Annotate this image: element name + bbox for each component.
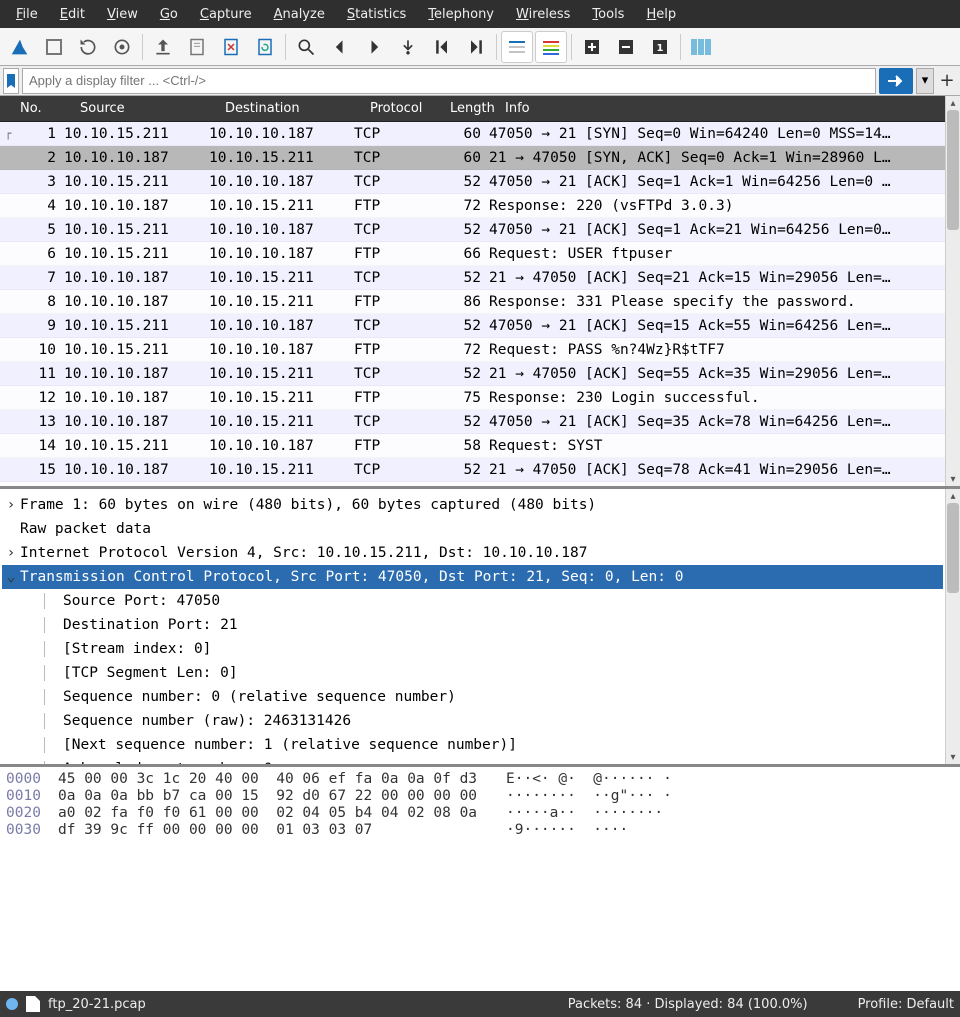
menu-edit[interactable]: Edit [50, 5, 95, 24]
detail-line[interactable]: Sequence number (raw): 2463131426 [2, 709, 943, 733]
detail-line[interactable]: Sequence number: 0 (relative sequence nu… [2, 685, 943, 709]
go-first-icon[interactable] [426, 31, 458, 63]
packet-list-pane: No. Source Destination Protocol Length I… [0, 96, 960, 489]
column-info[interactable]: Info [501, 101, 945, 116]
column-destination[interactable]: Destination [221, 101, 366, 116]
detail-line[interactable]: Destination Port: 21 [2, 613, 943, 637]
capture-options-icon[interactable] [106, 31, 138, 63]
menu-capture[interactable]: Capture [190, 5, 262, 24]
packet-row[interactable]: 510.10.15.21110.10.10.187TCP5247050 → 21… [0, 218, 945, 242]
go-to-packet-icon[interactable] [392, 31, 424, 63]
status-bar: ftp_20-21.pcap Packets: 84 · Displayed: … [0, 991, 960, 1017]
display-filter-input[interactable] [22, 68, 876, 94]
detail-line[interactable]: [Next sequence number: 1 (relative seque… [2, 733, 943, 757]
details-scrollbar[interactable]: ▴ ▾ [945, 489, 960, 764]
packet-row[interactable]: 910.10.15.21110.10.10.187TCP5247050 → 21… [0, 314, 945, 338]
svg-text:1: 1 [657, 43, 664, 54]
detail-line[interactable]: [TCP Segment Len: 0] [2, 661, 943, 685]
stop-capture-icon[interactable] [38, 31, 70, 63]
detail-line[interactable]: Source Port: 47050 [2, 589, 943, 613]
go-back-icon[interactable] [324, 31, 356, 63]
menu-go[interactable]: Go [150, 5, 188, 24]
zoom-out-icon[interactable] [610, 31, 642, 63]
go-last-icon[interactable] [460, 31, 492, 63]
packet-row[interactable]: 1210.10.10.18710.10.15.211FTP75Response:… [0, 386, 945, 410]
colorize-toggle[interactable] [535, 31, 567, 63]
bytes-line[interactable]: 0030df 39 9c ff 00 00 00 00 01 03 03 07·… [6, 822, 954, 839]
zoom-reset-icon[interactable]: 1 [644, 31, 676, 63]
detail-line[interactable]: Acknowledgment number: 0 [2, 757, 943, 764]
packet-row[interactable]: 310.10.15.21110.10.10.187TCP5247050 → 21… [0, 170, 945, 194]
shark-fin-icon[interactable] [4, 31, 36, 63]
zoom-in-icon[interactable] [576, 31, 608, 63]
packet-row[interactable]: 410.10.10.18710.10.15.211FTP72Response: … [0, 194, 945, 218]
resize-columns-icon[interactable] [685, 31, 717, 63]
auto-scroll-toggle[interactable] [501, 31, 533, 63]
bytes-line[interactable]: 00100a 0a 0a bb b7 ca 00 15 92 d0 67 22 … [6, 788, 954, 805]
go-forward-icon[interactable] [358, 31, 390, 63]
detail-line[interactable]: ›Frame 1: 60 bytes on wire (480 bits), 6… [2, 493, 943, 517]
status-file: ftp_20-21.pcap [48, 997, 146, 1012]
packet-row[interactable]: 1010.10.15.21110.10.10.187FTP72Request: … [0, 338, 945, 362]
main-toolbar: 1 [0, 28, 960, 66]
filter-history-dropdown[interactable]: ▾ [916, 68, 934, 94]
packet-list-scrollbar[interactable]: ▴ ▾ [945, 96, 960, 486]
packet-row[interactable]: 1410.10.15.21110.10.10.187FTP58Request: … [0, 434, 945, 458]
close-file-icon[interactable] [215, 31, 247, 63]
save-file-icon[interactable] [181, 31, 213, 63]
packet-bytes-pane: 000045 00 00 3c 1c 20 40 00 40 06 ef fa … [0, 767, 960, 991]
reload-file-icon[interactable] [249, 31, 281, 63]
menu-file[interactable]: File [6, 5, 48, 24]
add-filter-button[interactable]: + [937, 71, 957, 91]
column-source[interactable]: Source [76, 101, 221, 116]
packet-list-header[interactable]: No. Source Destination Protocol Length I… [0, 96, 945, 122]
packet-row[interactable]: 1310.10.10.18710.10.15.211TCP5247050 → 2… [0, 410, 945, 434]
menu-telephony[interactable]: Telephony [418, 5, 504, 24]
packet-details-pane: ›Frame 1: 60 bytes on wire (480 bits), 6… [0, 489, 960, 767]
packet-row[interactable]: 210.10.10.18710.10.15.211TCP6021 → 47050… [0, 146, 945, 170]
capture-file-icon[interactable] [26, 996, 40, 1012]
menu-help[interactable]: Help [636, 5, 686, 24]
find-packet-icon[interactable] [290, 31, 322, 63]
filter-bar: ▾ + [0, 66, 960, 96]
expert-info-icon[interactable] [6, 998, 18, 1010]
menu-analyze[interactable]: Analyze [264, 5, 335, 24]
packet-row[interactable]: 1110.10.10.18710.10.15.211TCP5221 → 4705… [0, 362, 945, 386]
detail-line[interactable]: Raw packet data [2, 517, 943, 541]
restart-capture-icon[interactable] [72, 31, 104, 63]
packet-row[interactable]: 1510.10.10.18710.10.15.211TCP5221 → 4705… [0, 458, 945, 482]
bytes-line[interactable]: 0020a0 02 fa f0 f0 61 00 00 02 04 05 b4 … [6, 805, 954, 822]
detail-line[interactable]: ⌄Transmission Control Protocol, Src Port… [2, 565, 943, 589]
menu-wireless[interactable]: Wireless [506, 5, 580, 24]
packet-row[interactable]: 610.10.15.21110.10.10.187FTP66Request: U… [0, 242, 945, 266]
open-file-icon[interactable] [147, 31, 179, 63]
menu-view[interactable]: View [97, 5, 148, 24]
packet-row[interactable]: ┌110.10.15.21110.10.10.187TCP6047050 → 2… [0, 122, 945, 146]
apply-filter-button[interactable] [879, 68, 913, 94]
menu-bar: FileEditViewGoCaptureAnalyzeStatisticsTe… [0, 0, 960, 28]
menu-tools[interactable]: Tools [582, 5, 634, 24]
bookmark-icon[interactable] [3, 68, 19, 94]
bytes-line[interactable]: 000045 00 00 3c 1c 20 40 00 40 06 ef fa … [6, 771, 954, 788]
packet-row[interactable]: 710.10.10.18710.10.15.211TCP5221 → 47050… [0, 266, 945, 290]
status-packets: Packets: 84 · Displayed: 84 (100.0%) [568, 997, 808, 1012]
menu-statistics[interactable]: Statistics [337, 5, 416, 24]
column-length[interactable]: Length [446, 101, 501, 116]
status-profile[interactable]: Profile: Default [858, 997, 954, 1012]
column-protocol[interactable]: Protocol [366, 101, 446, 116]
packet-row[interactable]: 810.10.10.18710.10.15.211FTP86Response: … [0, 290, 945, 314]
detail-line[interactable]: [Stream index: 0] [2, 637, 943, 661]
column-no[interactable]: No. [16, 101, 76, 116]
detail-line[interactable]: ›Internet Protocol Version 4, Src: 10.10… [2, 541, 943, 565]
